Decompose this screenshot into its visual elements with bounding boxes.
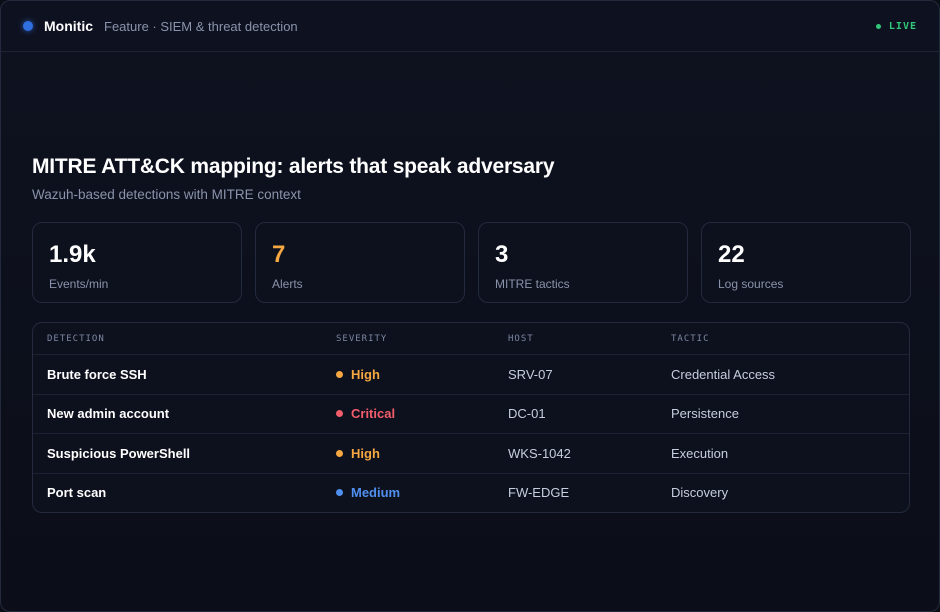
column-header-host: HOST <box>508 333 534 344</box>
tactic-name: Execution <box>671 445 729 461</box>
table-row[interactable]: New admin account Critical DC-01 Persist… <box>33 393 909 434</box>
severity-dot-icon <box>336 410 343 418</box>
severity-badge: Medium <box>336 485 508 500</box>
table-row[interactable]: Port scan Medium FW-EDGE Discovery <box>33 472 909 513</box>
severity-badge: Critical <box>336 406 508 421</box>
column-header-severity: SEVERITY <box>336 333 388 344</box>
host-name: WKS-1042 <box>508 445 571 461</box>
host-name: FW-EDGE <box>508 485 570 501</box>
detection-name: Port scan <box>47 485 107 501</box>
host-name: SRV-07 <box>508 366 553 382</box>
severity-label: High <box>351 366 380 382</box>
stat-card-events: 1.9k Events/min <box>32 222 242 303</box>
severity-badge: High <box>336 446 508 461</box>
column-header-detection: DETECTION <box>47 333 105 344</box>
detection-name: Brute force SSH <box>47 366 147 382</box>
page-title: MITRE ATT&CK mapping: alerts that speak … <box>32 155 555 178</box>
page-heading: MITRE ATT&CK mapping: alerts that speak … <box>32 155 555 202</box>
top-bar: Monitic Feature · SIEM & threat detectio… <box>1 1 939 52</box>
severity-dot-icon <box>336 370 343 378</box>
table-header-row: DETECTION SEVERITY HOST TACTIC <box>33 323 909 354</box>
tactic-name: Persistence <box>671 406 739 422</box>
breadcrumb: Feature · SIEM & threat detection <box>104 18 298 34</box>
detection-name: New admin account <box>47 406 170 422</box>
table-row[interactable]: Brute force SSH High SRV-07 Credential A… <box>33 354 909 394</box>
table-row[interactable]: Suspicious PowerShell High WKS-1042 Exec… <box>33 433 909 473</box>
severity-label: High <box>351 445 380 461</box>
severity-dot-icon <box>336 449 343 457</box>
detections-table: DETECTION SEVERITY HOST TACTIC Brute for… <box>32 322 910 513</box>
stat-card-alerts: 7 Alerts <box>255 222 465 303</box>
severity-label: Medium <box>351 485 401 501</box>
host-name: DC-01 <box>508 406 546 422</box>
severity-dot-icon <box>336 489 343 497</box>
stat-card-tactics: 3 MITRE tactics <box>478 222 688 303</box>
column-header-tactic: TACTIC <box>671 333 710 344</box>
tactic-name: Discovery <box>671 485 729 501</box>
stat-label: Log sources <box>718 277 784 291</box>
detection-name: Suspicious PowerShell <box>47 445 191 461</box>
live-dot-icon <box>875 23 881 29</box>
stat-card-log-sources: 22 Log sources <box>701 222 911 303</box>
severity-label: Critical <box>351 406 396 422</box>
stat-label: Alerts <box>272 277 303 291</box>
stats-row: 1.9k Events/min 7 Alerts 3 MITRE tactics… <box>32 222 911 303</box>
stat-label: Events/min <box>49 277 109 291</box>
brand-logo-icon <box>23 21 33 31</box>
page-subtitle: Wazuh-based detections with MITRE contex… <box>32 187 301 202</box>
stat-value: 1.9k <box>49 241 96 268</box>
live-status: LIVE <box>875 20 917 32</box>
stat-value: 3 <box>495 241 509 268</box>
stat-value: 7 <box>272 241 286 268</box>
stat-value: 22 <box>718 241 745 268</box>
app-window: Monitic Feature · SIEM & threat detectio… <box>0 0 940 612</box>
stat-label: MITRE tactics <box>495 277 570 291</box>
tactic-name: Credential Access <box>671 366 776 382</box>
brand-name[interactable]: Monitic <box>44 18 93 34</box>
live-status-label: LIVE <box>888 20 917 32</box>
severity-badge: High <box>336 367 508 382</box>
